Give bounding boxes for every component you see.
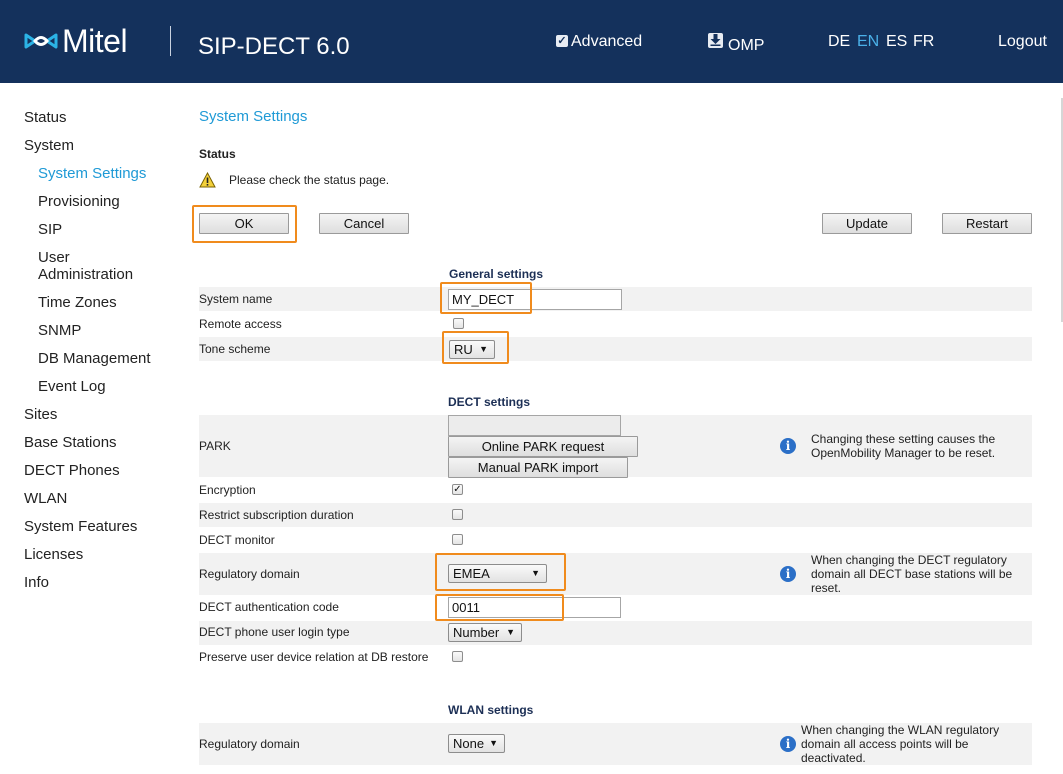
mitel-logo: Mitel <box>24 23 128 59</box>
lang-fr[interactable]: FR <box>913 33 934 51</box>
dect-auth-label: DECT authentication code <box>199 600 339 614</box>
status-heading: Status <box>199 147 236 161</box>
sidebar-item-sip[interactable]: SIP <box>38 221 62 238</box>
sidebar-item-dect-phones[interactable]: DECT Phones <box>24 462 120 479</box>
wlan-regulatory-label: Regulatory domain <box>199 737 300 751</box>
lang-de[interactable]: DE <box>828 33 850 51</box>
preserve-relation-label: Preserve user device relation at DB rest… <box>199 650 429 664</box>
tone-scheme-row: Tone scheme <box>199 337 1032 361</box>
dect-regulatory-select[interactable]: EMEA ▼ <box>448 564 547 583</box>
encryption-checkbox[interactable]: ✓ <box>452 484 463 495</box>
dect-monitor-row: DECT monitor <box>199 528 1032 552</box>
remote-access-checkbox[interactable] <box>453 318 464 329</box>
restrict-subscription-checkbox[interactable] <box>452 509 463 520</box>
product-title: SIP-DECT 6.0 <box>198 33 350 60</box>
header-divider <box>170 26 171 56</box>
update-button[interactable]: Update <box>822 213 912 234</box>
tone-scheme-label: Tone scheme <box>199 342 271 356</box>
sidebar-item-system[interactable]: System <box>24 137 74 154</box>
restart-button[interactable]: Restart <box>942 213 1032 234</box>
login-type-label: DECT phone user login type <box>199 625 350 639</box>
logout-link[interactable]: Logout <box>998 33 1047 51</box>
sidebar-item-user-administration[interactable]: User Administration <box>38 249 148 283</box>
info-icon: i <box>780 438 796 454</box>
encryption-row: Encryption <box>199 478 1032 502</box>
advanced-label: Advanced <box>571 33 643 50</box>
preserve-relation-row: Preserve user device relation at DB rest… <box>199 646 1032 670</box>
park-label: PARK <box>199 439 231 453</box>
login-type-value: Number <box>453 625 500 640</box>
omp-label: OMP <box>728 37 765 54</box>
lang-es[interactable]: ES <box>886 33 907 51</box>
login-type-select[interactable]: Number ▼ <box>448 623 522 642</box>
sidebar-item-snmp[interactable]: SNMP <box>38 322 81 339</box>
brand-name: Mitel <box>62 23 128 59</box>
dect-regulatory-note: When changing the DECT regulatory domain… <box>811 553 1013 595</box>
wlan-regulatory-note: When changing the WLAN regulatory domain… <box>801 723 1000 765</box>
page-title: System Settings <box>199 108 308 125</box>
checkbox-checked-icon: ✓ <box>556 35 568 47</box>
restrict-subscription-label: Restrict subscription duration <box>199 508 354 522</box>
tone-scheme-select[interactable]: RU ▼ <box>449 340 495 359</box>
omp-link[interactable]: OMP <box>708 33 764 55</box>
remote-access-label: Remote access <box>199 317 282 331</box>
warning-icon <box>199 172 216 188</box>
sidebar-item-system-features[interactable]: System Features <box>24 518 137 535</box>
sidebar-item-info[interactable]: Info <box>24 574 49 591</box>
sidebar-item-db-management[interactable]: DB Management <box>38 350 151 367</box>
lang-en[interactable]: EN <box>857 33 879 51</box>
info-icon: i <box>780 566 796 582</box>
sidebar-item-wlan[interactable]: WLAN <box>24 490 67 507</box>
dect-monitor-label: DECT monitor <box>199 533 275 547</box>
encryption-label: Encryption <box>199 483 256 497</box>
status-message: Please check the status page. <box>229 173 390 187</box>
sidebar-item-sites[interactable]: Sites <box>24 406 57 423</box>
remote-access-row: Remote access <box>199 312 1032 336</box>
top-bar: Mitel SIP-DECT 6.0 ✓ Advanced OMP DE EN E… <box>0 0 1063 83</box>
dect-settings-heading: DECT settings <box>448 395 531 409</box>
preserve-relation-checkbox[interactable] <box>452 651 463 662</box>
info-icon: i <box>780 736 796 752</box>
wlan-regulatory-select[interactable]: None ▼ <box>448 734 505 753</box>
cancel-button[interactable]: Cancel <box>319 213 409 234</box>
restrict-subscription-row: Restrict subscription duration <box>199 503 1032 527</box>
park-note: Changing these setting causes the OpenMo… <box>811 432 996 460</box>
tone-scheme-value: RU <box>454 342 473 357</box>
dropdown-arrow-icon: ▼ <box>489 738 498 748</box>
sidebar-item-time-zones[interactable]: Time Zones <box>38 294 117 311</box>
general-settings-heading: General settings <box>449 267 544 281</box>
dect-regulatory-label: Regulatory domain <box>199 567 300 581</box>
manual-park-import-button[interactable]: Manual PARK import <box>448 457 628 478</box>
wlan-settings-heading: WLAN settings <box>448 703 534 717</box>
system-name-label: System name <box>199 292 273 306</box>
sidebar-item-event-log[interactable]: Event Log <box>38 378 106 395</box>
login-type-row: DECT phone user login type <box>199 621 1032 645</box>
ok-button[interactable]: OK <box>199 213 289 234</box>
sidebar-item-system-settings[interactable]: System Settings <box>38 165 146 182</box>
dect-auth-input[interactable] <box>448 597 621 618</box>
dect-monitor-checkbox[interactable] <box>452 534 463 545</box>
sidebar-item-provisioning[interactable]: Provisioning <box>38 193 120 210</box>
park-input[interactable] <box>448 415 621 436</box>
dropdown-arrow-icon: ▼ <box>506 627 515 637</box>
dropdown-arrow-icon: ▼ <box>531 568 540 578</box>
sidebar-item-base-stations[interactable]: Base Stations <box>24 434 117 451</box>
mitel-logo-icon <box>24 33 58 49</box>
advanced-toggle[interactable]: ✓ Advanced <box>556 33 642 51</box>
online-park-request-button[interactable]: Online PARK request <box>448 436 638 457</box>
dect-regulatory-value: EMEA <box>453 566 490 581</box>
system-name-input[interactable] <box>448 289 622 310</box>
sidebar-item-status[interactable]: Status <box>24 109 67 126</box>
dropdown-arrow-icon: ▼ <box>479 344 488 354</box>
sidebar-item-licenses[interactable]: Licenses <box>24 546 83 563</box>
download-icon <box>708 33 723 48</box>
wlan-regulatory-value: None <box>453 736 485 751</box>
